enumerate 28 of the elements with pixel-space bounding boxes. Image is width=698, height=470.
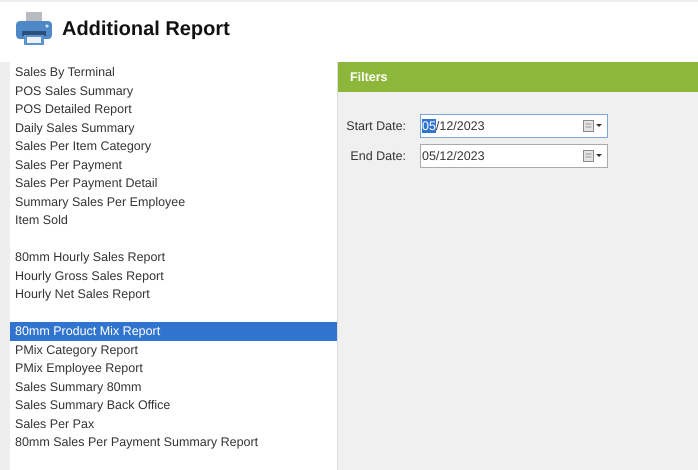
- report-list-item[interactable]: Item Sold: [10, 211, 337, 230]
- report-list-item[interactable]: 80mm Product Mix Report: [10, 322, 337, 340]
- report-list-item[interactable]: Summary Sales Per Employee: [10, 192, 337, 211]
- calendar-dropdown-icon[interactable]: [583, 120, 603, 132]
- report-list-item[interactable]: 80mm Hourly Sales Report: [10, 248, 337, 266]
- page-title: Additional Report: [62, 18, 230, 40]
- filters-header: Filters: [338, 62, 698, 92]
- report-list-item[interactable]: Sales By Terminal: [10, 63, 337, 82]
- report-list-item[interactable]: Sales Per Payment Detail: [10, 174, 337, 192]
- report-list-item[interactable]: Sales Per Item Category: [10, 137, 337, 156]
- date-field[interactable]: 05/12/2023: [420, 114, 608, 138]
- report-list-item[interactable]: PMix Employee Report: [10, 359, 337, 378]
- report-list-item[interactable]: POS Detailed Report: [10, 100, 337, 118]
- report-list-item[interactable]: Sales Per Pax: [10, 414, 337, 433]
- printer-icon: [14, 11, 54, 47]
- report-list-item[interactable]: 80mm Sales Per Payment Summary Report: [10, 433, 337, 452]
- date-field[interactable]: 05/12/2023: [420, 144, 608, 168]
- field-label: Start Date:: [345, 119, 407, 133]
- report-list-item[interactable]: Hourly Net Sales Report: [10, 285, 337, 304]
- report-list-item[interactable]: Sales Summary 80mm: [10, 378, 337, 396]
- report-list-item[interactable]: POS Sales Summary: [10, 82, 337, 100]
- report-list-item[interactable]: Daily Sales Summary: [10, 118, 337, 137]
- report-list-item[interactable]: Hourly Gross Sales Report: [10, 266, 337, 285]
- report-list-item[interactable]: PMix Category Report: [10, 340, 337, 359]
- report-list-item[interactable]: Sales Per Payment: [10, 156, 337, 174]
- report-list-item[interactable]: Sales Summary Back Office: [10, 396, 337, 414]
- field-label: End Date:: [349, 149, 407, 163]
- calendar-dropdown-icon[interactable]: [583, 150, 603, 162]
